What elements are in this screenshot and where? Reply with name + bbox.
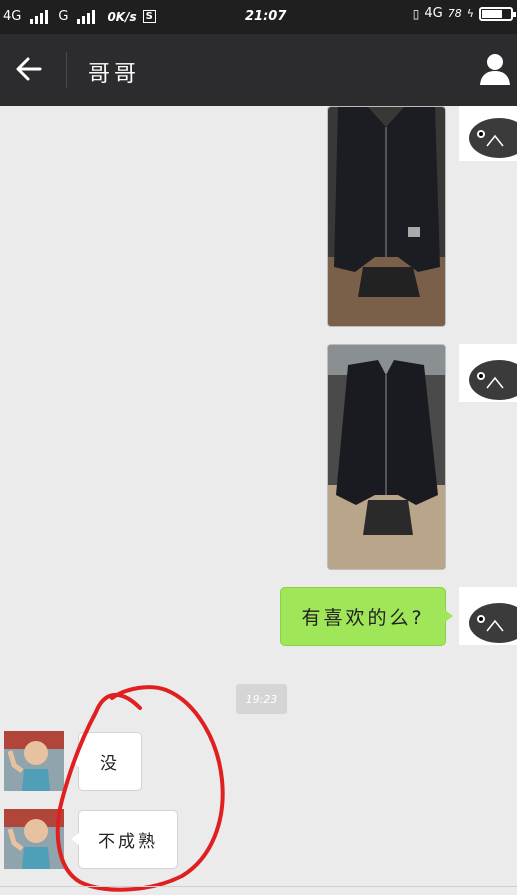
child-photo-avatar [4, 731, 64, 791]
signal-icon [30, 9, 49, 24]
charging-icon: ϟ [466, 7, 474, 20]
child-photo-avatar [4, 809, 64, 869]
bottom-divider [0, 886, 517, 887]
clock: 21:07 [245, 9, 287, 24]
battery-icon [479, 6, 516, 21]
message-bubble-sent[interactable]: 有喜欢的么? [280, 587, 453, 646]
fish-avatar-icon [459, 587, 517, 645]
header-divider [66, 52, 67, 88]
network-type-1: 4G [3, 9, 22, 24]
fish-avatar-icon [459, 106, 517, 161]
network-type-3: 4G [424, 6, 443, 21]
chat-title: 哥哥 [88, 62, 141, 87]
jacket-photo [328, 107, 445, 326]
network-speed: 0K/s [107, 9, 137, 24]
signal-icon-2 [77, 9, 96, 24]
fish-avatar-icon [459, 344, 517, 402]
message-text: 有喜欢的么? [301, 607, 425, 629]
network-type-2: G [58, 9, 69, 24]
message-text: 没 [100, 754, 120, 774]
chat-timestamp: 19:23 [236, 684, 287, 714]
message-image[interactable] [327, 106, 446, 327]
status-bar: 4G G 0K/s S 21:07 ▯ 4G 78 ϟ [0, 0, 517, 34]
arrow-left-icon[interactable] [14, 54, 44, 84]
my-avatar[interactable] [459, 106, 517, 161]
screenshot-icon: S [142, 10, 156, 23]
contact-avatar[interactable] [4, 809, 64, 869]
jacket-photo [328, 345, 445, 569]
contact-avatar[interactable] [4, 731, 64, 791]
vibrate-icon: ▯ [412, 6, 420, 21]
battery-fill [482, 9, 503, 18]
my-avatar[interactable] [459, 344, 517, 402]
battery-percent: 78 [447, 7, 462, 20]
message-image[interactable] [327, 344, 446, 570]
message-text: 不成熟 [98, 832, 158, 852]
my-avatar[interactable] [459, 587, 517, 645]
message-bubble-received[interactable]: 没 [71, 732, 142, 791]
chat-header: 哥哥 [0, 34, 517, 106]
message-bubble-received[interactable]: 不成熟 [71, 810, 178, 869]
person-icon[interactable] [479, 52, 511, 86]
